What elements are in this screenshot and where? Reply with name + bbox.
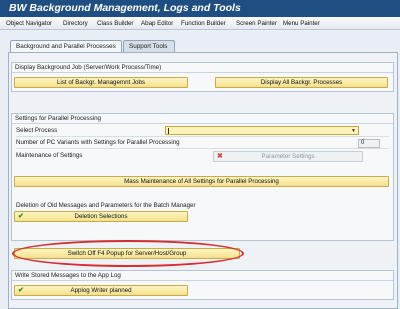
menu-directory[interactable]: Directory — [63, 20, 88, 27]
parameter-settings-label: Parameter Settings — [261, 153, 315, 160]
window-title: BW Background Management, Logs and Tools — [9, 2, 241, 14]
group-divider — [12, 280, 393, 281]
select-process-label: Select Process — [16, 127, 58, 134]
group-divider — [12, 123, 393, 124]
row-divider — [16, 148, 389, 149]
menu-function-builder[interactable]: Function Builder — [181, 20, 226, 27]
tab-support-tools[interactable]: Support Tools — [123, 40, 175, 52]
check-icon: ✔ — [18, 287, 24, 294]
pc-variants-label: Number of PC Variants with Settings for … — [16, 139, 180, 146]
deletion-label: Deletion of Old Messages and Parameters … — [16, 202, 196, 209]
highlight-annotation — [12, 240, 244, 267]
display-backgr-processes-button[interactable]: Display All Backgr. Processes — [215, 77, 388, 88]
tab-background-parallel[interactable]: Background and Parallel Processes — [10, 40, 122, 52]
menu-screen-painter[interactable]: Screen Painter — [236, 20, 277, 27]
check-icon: ✔ — [18, 213, 24, 220]
cancel-x-icon: ✖ — [217, 153, 223, 160]
maintenance-label: Maintenance of Settings — [16, 152, 83, 159]
deletion-selections-label: Deletion Selections — [74, 213, 128, 220]
menu-menu-painter[interactable]: Menu Painter — [283, 20, 320, 27]
title-bar: BW Background Management, Logs and Tools — [0, 0, 400, 17]
text-cursor — [168, 128, 169, 134]
row-divider — [16, 136, 389, 137]
menu-abap-editor[interactable]: Abap Editor — [141, 20, 173, 27]
applog-group-title: Write Stored Messages to the App Log — [15, 272, 121, 279]
menu-bar: Object Navigator Directory Class Builder… — [0, 17, 400, 30]
parallel-group-title: Settings for Parallel Processing — [15, 115, 101, 122]
mass-maintenance-button[interactable]: Mass Maintenance of All Settings for Par… — [14, 176, 389, 187]
dropdown-caret-icon[interactable]: ▼ — [351, 128, 356, 134]
pc-variants-count: 0 — [358, 139, 380, 148]
parameter-settings-button[interactable]: ✖ Parameter Settings — [213, 151, 363, 162]
applog-writer-label: Applog Writer planned — [70, 287, 132, 294]
applog-writer-button[interactable]: ✔ Applog Writer planned — [14, 285, 188, 296]
list-backgr-jobs-button[interactable]: List of Backgr. Managemnt Jobs — [14, 77, 188, 88]
background-group-title: Display Background Job (Server/Work Proc… — [15, 64, 162, 71]
menu-class-builder[interactable]: Class Builder — [97, 20, 133, 27]
select-process-dropdown[interactable]: ▼ — [165, 126, 359, 135]
menu-object-navigator[interactable]: Object Navigator — [6, 20, 52, 27]
deletion-selections-button[interactable]: ✔ Deletion Selections — [14, 211, 188, 222]
group-divider — [12, 72, 393, 73]
